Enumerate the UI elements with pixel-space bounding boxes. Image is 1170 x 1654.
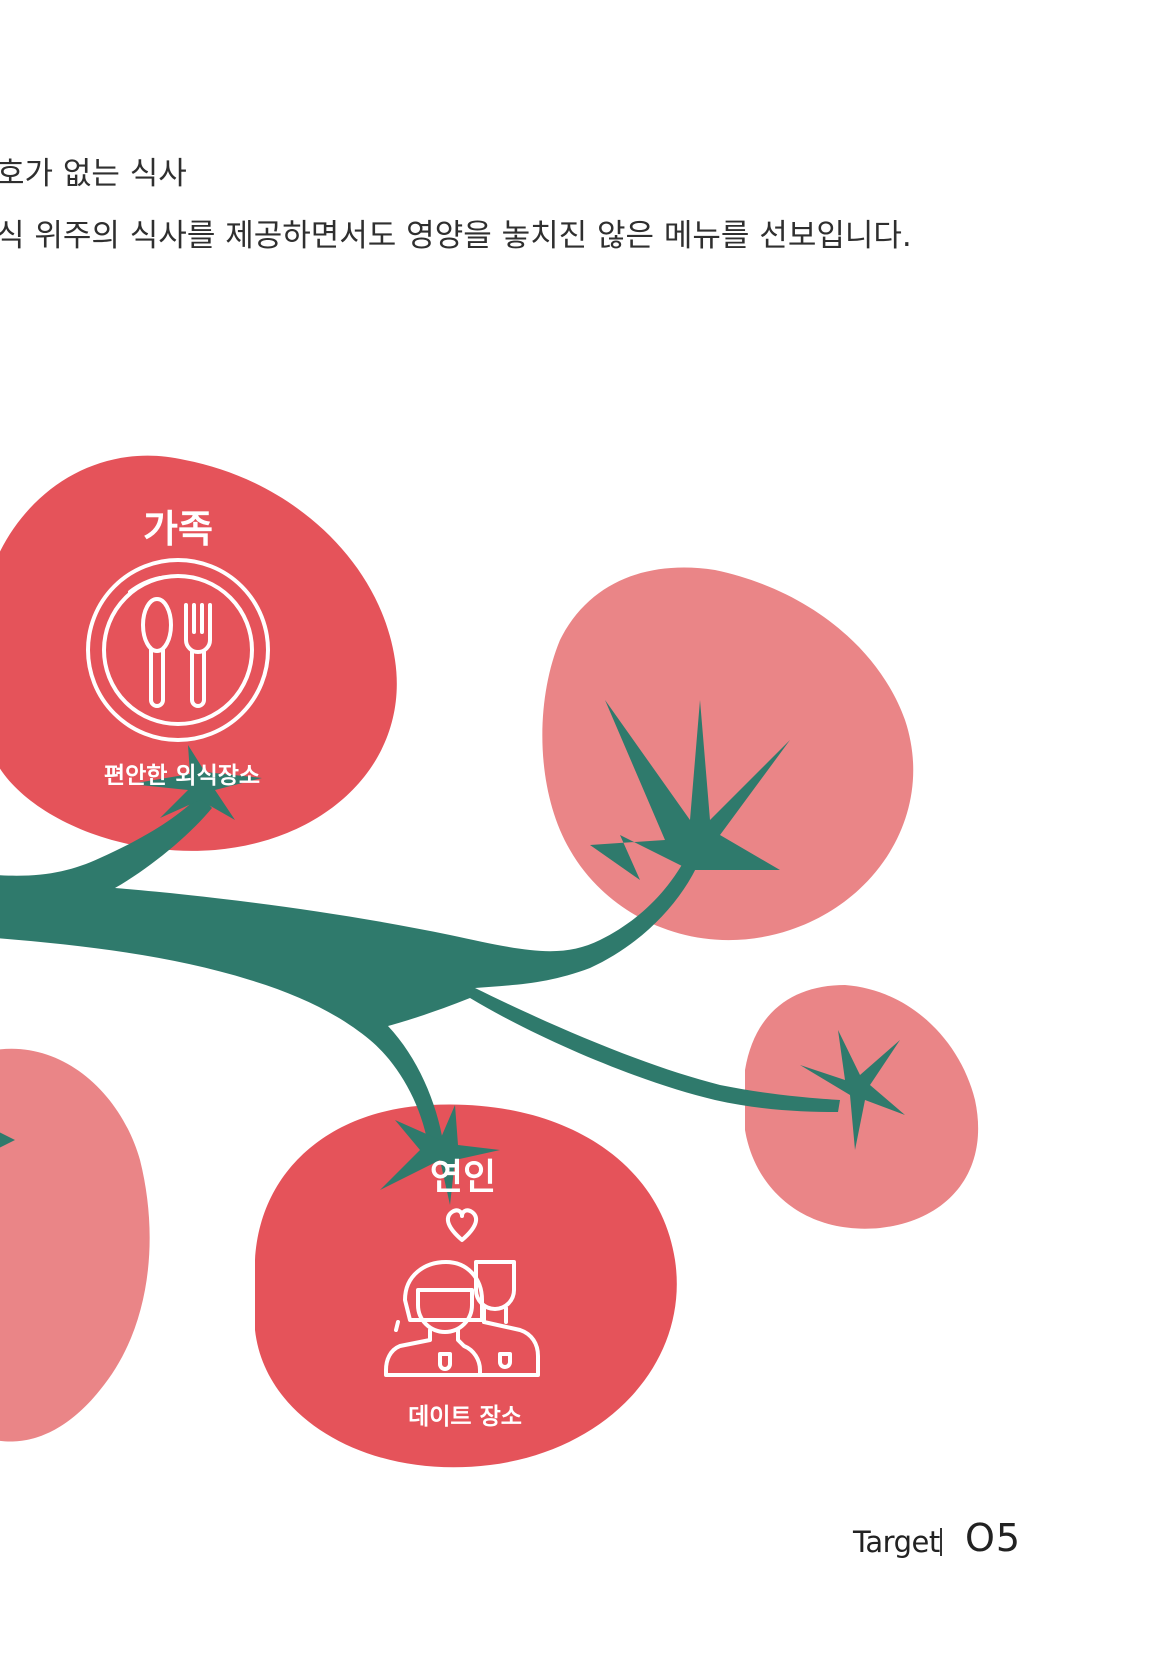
couple-subtitle: 데이트 장소 bbox=[408, 1404, 522, 1430]
family-title: 가족 bbox=[143, 507, 213, 551]
tomato-right-top bbox=[542, 567, 914, 941]
footer-section-label: Target bbox=[853, 1525, 940, 1559]
footer-separator bbox=[940, 1528, 942, 1556]
tomato-vine-illustration bbox=[0, 455, 979, 1468]
tomato-left-bottom bbox=[0, 1048, 150, 1442]
couple-title: 연인 bbox=[429, 1157, 497, 1198]
page-number: O5 bbox=[965, 1516, 1022, 1560]
family-subtitle: 편안한 외식장소 bbox=[103, 763, 261, 789]
